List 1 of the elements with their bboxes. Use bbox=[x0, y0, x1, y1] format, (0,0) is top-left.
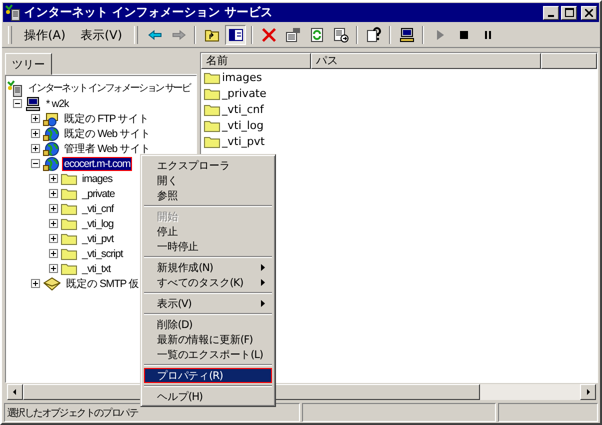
window-title: インターネット インフォメーション サービス bbox=[24, 4, 274, 21]
